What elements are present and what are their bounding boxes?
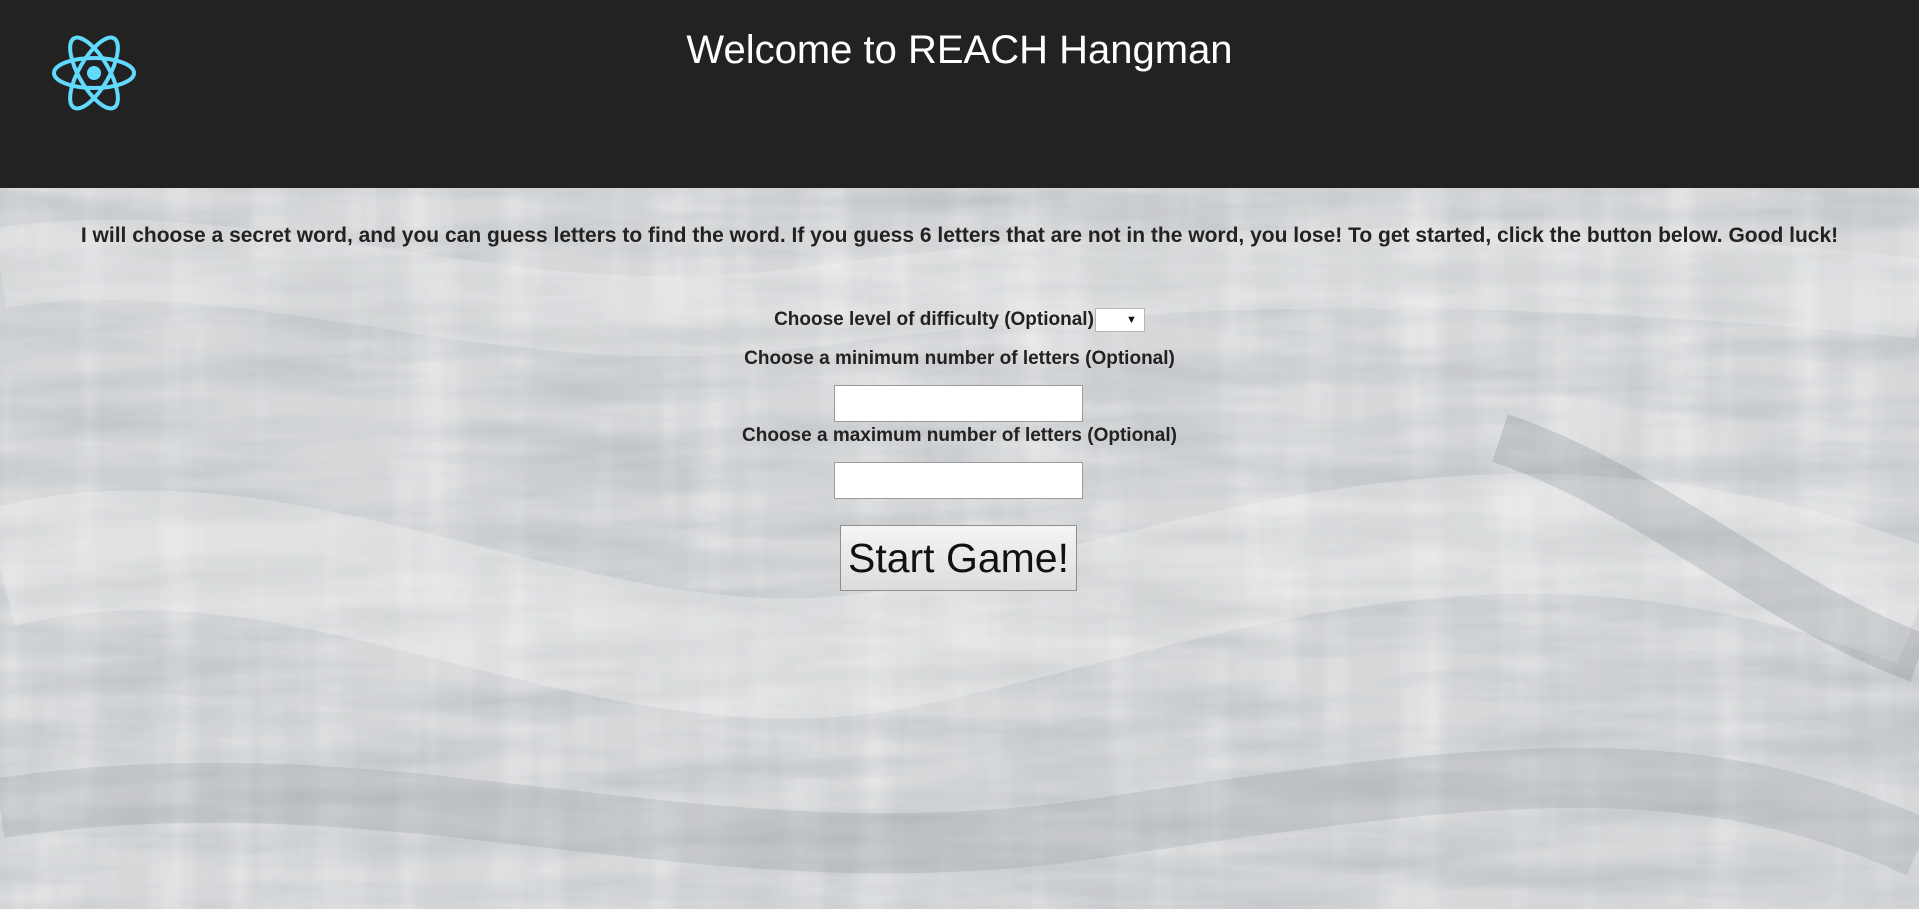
difficulty-select[interactable]: ▼ [1094,308,1145,332]
hangman-page: Welcome to REACH Hangman I will choose a… [0,0,1919,909]
dropdown-arrow-icon: ▼ [1126,314,1137,326]
max-letters-label: Choose a maximum number of letters (Opti… [742,425,1177,446]
difficulty-row: Choose level of difficulty (Optional) ▼ [0,307,1919,333]
max-letters-input[interactable] [834,462,1083,499]
min-letters-label: Choose a minimum number of letters (Opti… [744,348,1175,369]
page-title: Welcome to REACH Hangman [686,28,1233,72]
instructions-text: I will choose a secret word, and you can… [80,224,1839,247]
min-letters-input[interactable] [834,385,1083,422]
difficulty-label: Choose level of difficulty (Optional) [774,309,1094,330]
start-game-button[interactable]: Start Game! [840,525,1077,591]
game-setup-panel: I will choose a secret word, and you can… [0,188,1919,909]
app-header: Welcome to REACH Hangman [0,0,1919,188]
